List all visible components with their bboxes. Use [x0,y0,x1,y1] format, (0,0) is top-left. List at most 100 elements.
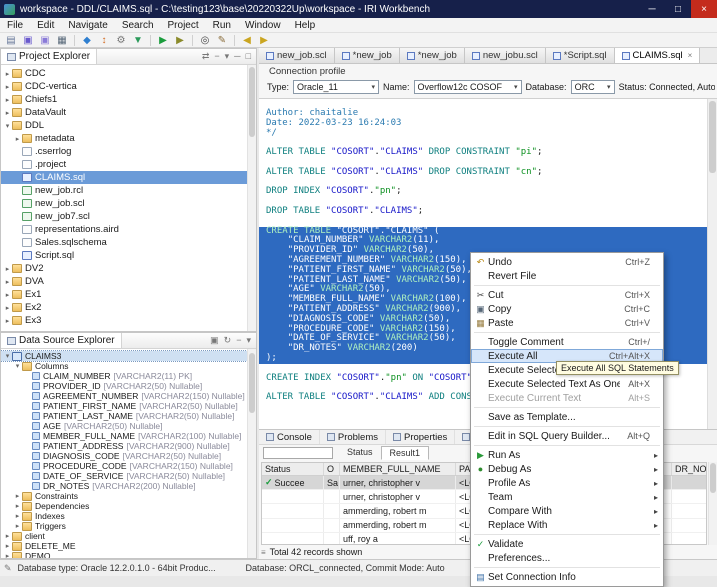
datasource-item-agreement-number[interactable]: AGREEMENT_NUMBER[VARCHAR2(150) Nullable] [1,391,247,401]
menu-window[interactable]: Window [238,18,288,32]
datasource-item-delete-me[interactable]: ▸DELETE_ME [1,541,247,551]
close-tab-icon[interactable]: × [688,51,693,60]
search-icon[interactable]: ◎ [197,34,213,47]
name-combo[interactable]: Overflow12c COSOF ▾ [414,80,522,94]
menu-item-toggle-comment[interactable]: Toggle CommentCtrl+/ [471,335,663,349]
project-item-representations-aird[interactable]: representations.aird [1,223,247,236]
view-menu-icon[interactable]: ▾ [225,51,230,62]
datasource-item-client[interactable]: ▸client [1,531,247,541]
datasource-item-claims3[interactable]: ▾CLAIMS3 [1,351,247,361]
collapse-arrow-icon[interactable]: ▾ [3,352,12,360]
project-item-ddl[interactable]: ▾DDL [1,119,247,132]
datasource-item-diagnosis-code[interactable]: DIAGNOSIS_CODE[VARCHAR2(50) Nullable] [1,451,247,461]
datasource-item-age[interactable]: AGE[VARCHAR2(50) Nullable] [1,421,247,431]
datasource-item-constraints[interactable]: ▸Constraints [1,491,247,501]
expand-arrow-icon[interactable]: ▸ [13,522,22,530]
project-item-new-job-scl[interactable]: new_job.scl [1,197,247,210]
print-icon[interactable]: ▦ [54,34,70,47]
editor-tab-new-jobu-scl[interactable]: new_jobu.scl [465,48,546,63]
expand-arrow-icon[interactable]: ▸ [13,512,22,520]
project-item-ex2[interactable]: ▸Ex2 [1,301,247,314]
console-tab-problems[interactable]: Problems [320,430,386,444]
save-icon[interactable]: ▣ [20,34,36,47]
project-item-dva[interactable]: ▸DVA [1,275,247,288]
scrollbar-thumb[interactable] [249,353,255,413]
menu-item-set-connection-info[interactable]: ▤Set Connection Info [471,570,663,584]
console-tab-console[interactable]: Console [259,430,320,444]
collapse-all-icon[interactable]: − [236,335,241,346]
run-icon[interactable]: ▶ [155,34,171,47]
project-item-sales-sqlschema[interactable]: Sales.sqlschema [1,236,247,249]
datasource-item-triggers[interactable]: ▸Triggers [1,521,247,531]
menu-project[interactable]: Project [161,18,206,32]
datasource-item-dependencies[interactable]: ▸Dependencies [1,501,247,511]
datasource-item-provider-id[interactable]: PROVIDER_ID[VARCHAR2(50) Nullable] [1,381,247,391]
project-item-cdc[interactable]: ▸CDC [1,67,247,80]
menu-item-edit-in-sql-query-builder[interactable]: Edit in SQL Query Builder...Alt+Q [471,429,663,443]
link-with-editor-icon[interactable]: ⇄ [202,51,210,62]
expand-arrow-icon[interactable]: ▸ [3,70,12,78]
menu-item-compare-with[interactable]: Compare With▸ [471,504,663,518]
menu-item-copy[interactable]: ▣CopyCtrl+C [471,302,663,316]
expand-arrow-icon[interactable]: ▸ [3,291,12,299]
maximize-icon[interactable]: □ [246,51,251,62]
menu-item-cut[interactable]: ✂CutCtrl+X [471,288,663,302]
editor-tab-script-sql[interactable]: *Script.sql [546,48,615,63]
save-all-icon[interactable]: ▣ [37,34,53,47]
editor-tab-new-job[interactable]: *new_job [335,48,400,63]
new-connection-icon[interactable]: ▣ [210,335,219,346]
sort-wizard-icon[interactable]: ↕ [96,34,112,47]
project-item-dv2[interactable]: ▸DV2 [1,262,247,275]
etl-wizard-icon[interactable]: ⚙ [113,34,129,47]
minimize-button[interactable]: ─ [639,0,665,18]
menu-item-paste[interactable]: ▦PasteCtrl+V [471,316,663,330]
database-wizard-icon[interactable]: ▼ [130,34,146,47]
project-item-claims-sql[interactable]: CLAIMS.sql [1,171,247,184]
grid-header-o[interactable]: O [324,463,340,475]
menu-item-execute-selected-text-as-one-statement[interactable]: Execute Selected Text As One StatementAl… [471,377,663,391]
result-tab-status[interactable]: Status [339,446,381,460]
refresh-icon[interactable]: ↻ [224,335,232,346]
expand-arrow-icon[interactable]: ▸ [3,532,12,540]
project-item-project[interactable]: .project [1,158,247,171]
type-combo[interactable]: Oracle_11 ▾ [293,80,379,94]
datasource-item-columns[interactable]: ▾Columns [1,361,247,371]
minimize-icon[interactable]: ─ [234,51,240,62]
editor-scrollbar[interactable] [707,99,717,429]
project-item-datavault[interactable]: ▸DataVault [1,106,247,119]
menu-item-undo[interactable]: ↶UndoCtrl+Z [471,255,663,269]
datasource-item-patient-first-name[interactable]: PATIENT_FIRST_NAME[VARCHAR2(50) Nullable… [1,401,247,411]
view-menu-icon[interactable]: ▾ [246,335,251,346]
menu-item-run-as[interactable]: ▶Run As▸ [471,448,663,462]
project-item-chiefs1[interactable]: ▸Chiefs1 [1,93,247,106]
datasource-item-patient-address[interactable]: PATIENT_ADDRESS[VARCHAR2(900) Nullable] [1,441,247,451]
new-file-icon[interactable]: ▤ [3,34,19,47]
expand-arrow-icon[interactable]: ▸ [3,278,12,286]
data-source-explorer-tab[interactable]: Data Source Explorer [1,333,122,348]
expand-arrow-icon[interactable]: ▸ [13,135,22,143]
project-item-new-job-rcl[interactable]: new_job.rcl [1,184,247,197]
console-tab-properties[interactable]: Properties [386,430,455,444]
datasource-item-date-of-service[interactable]: DATE_OF_SERVICE[VARCHAR2(50) Nullable] [1,471,247,481]
menu-edit[interactable]: Edit [30,18,61,32]
project-item-script-sql[interactable]: Script.sql [1,249,247,262]
project-item-ex3[interactable]: ▸Ex3 [1,314,247,327]
menu-item-execute-current-text[interactable]: Execute Current TextAlt+S [471,391,663,405]
close-button[interactable]: × [691,0,717,18]
project-item-new-job7-scl[interactable]: new_job7.scl [1,210,247,223]
menu-item-replace-with[interactable]: Replace With▸ [471,518,663,532]
datasource-item-claim-number[interactable]: CLAIM_NUMBER[VARCHAR2(11) PK] [1,371,247,381]
datasource-item-procedure-code[interactable]: PROCEDURE_CODE[VARCHAR2(150) Nullable] [1,461,247,471]
editor-tab-new-job-scl[interactable]: new_job.scl [259,48,335,63]
menu-item-save-as-template[interactable]: Save as Template... [471,410,663,424]
project-explorer-scrollbar[interactable] [247,65,256,331]
datasource-item-dr-notes[interactable]: DR_NOTES[VARCHAR2(200) Nullable] [1,481,247,491]
expand-arrow-icon[interactable]: ▸ [3,542,12,550]
menu-item-revert-file[interactable]: Revert File [471,269,663,283]
project-item-cdc-vertica[interactable]: ▸CDC-vertica [1,80,247,93]
collapse-arrow-icon[interactable]: ▾ [13,362,22,370]
collapse-all-icon[interactable]: − [214,51,219,62]
database-combo[interactable]: ORC ▾ [571,80,615,94]
menu-help[interactable]: Help [288,18,323,32]
expand-arrow-icon[interactable]: ▸ [3,83,12,91]
